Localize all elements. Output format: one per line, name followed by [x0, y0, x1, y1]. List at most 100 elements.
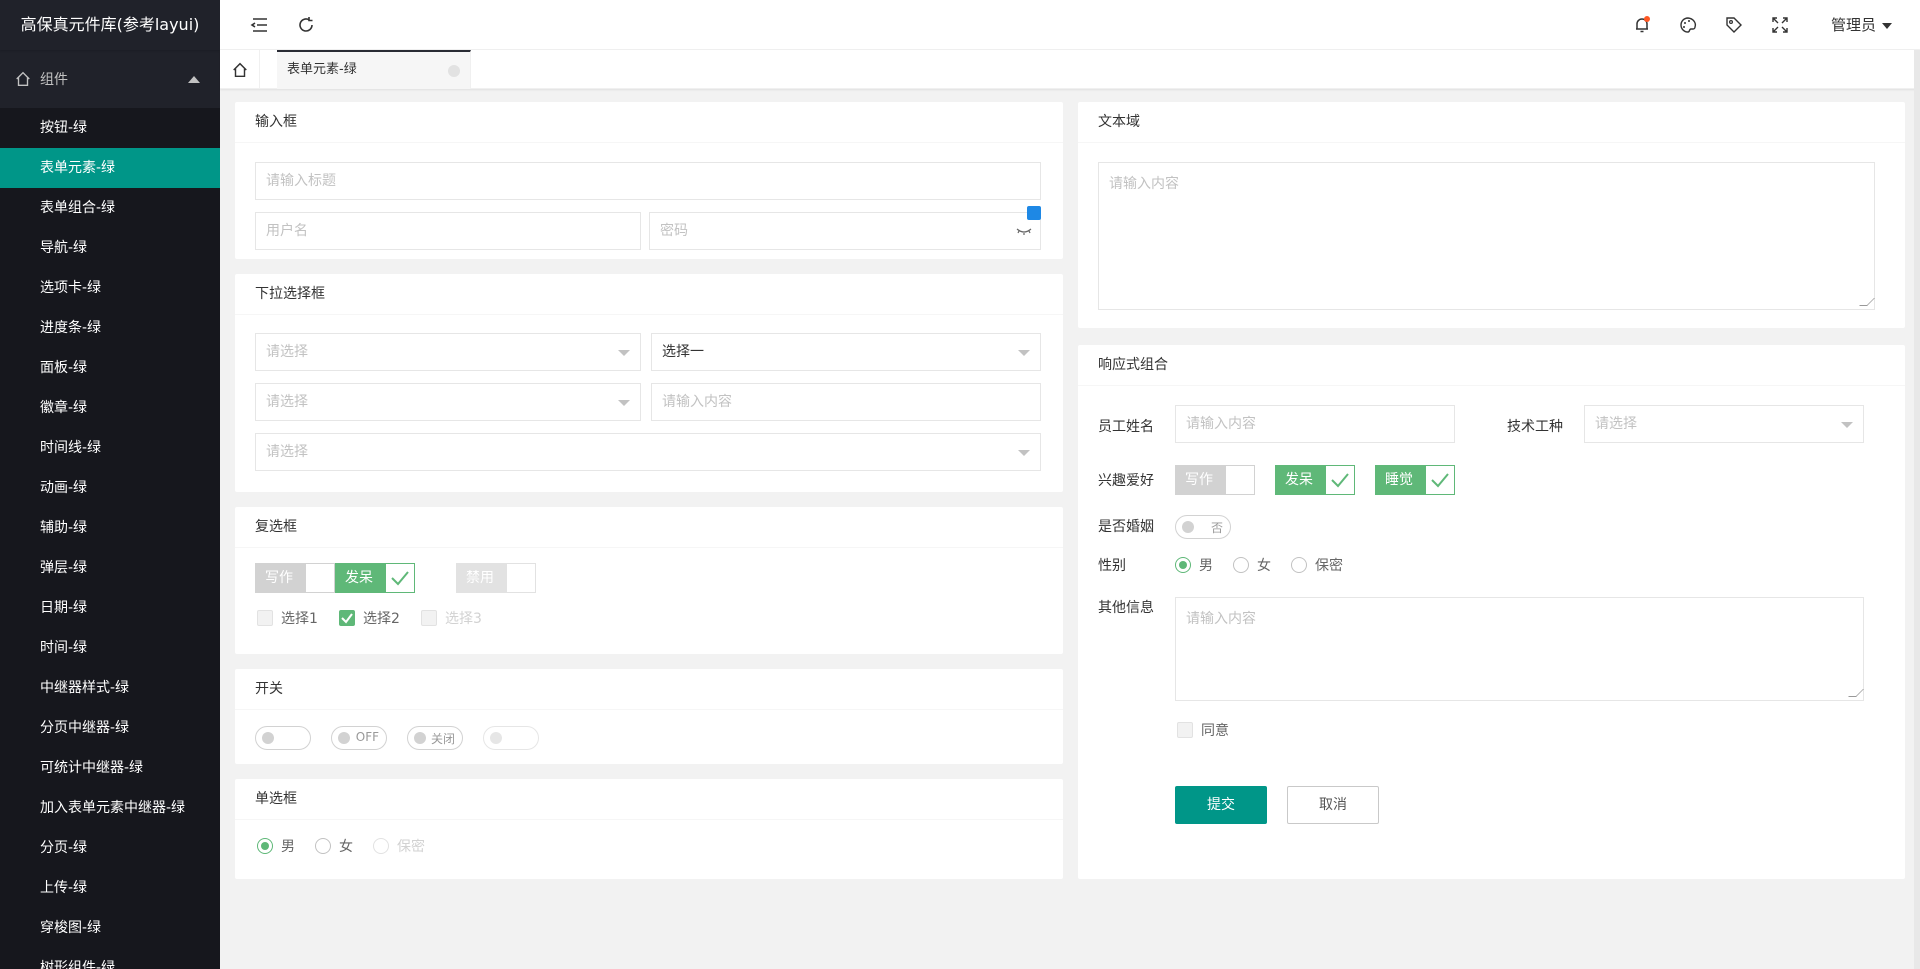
checkbox-daydream[interactable]: 发呆 [335, 563, 415, 593]
switch-1[interactable] [255, 726, 311, 750]
checkbox-option-3-label: 选择3 [445, 611, 482, 627]
resize-handle-icon[interactable] [1859, 298, 1875, 306]
sidebar-item-animation[interactable]: 动画-绿 [0, 468, 220, 508]
tab-home[interactable] [220, 50, 260, 89]
gender-female-radio[interactable] [1233, 557, 1249, 573]
refresh-icon[interactable] [296, 15, 316, 35]
hobby-sleep[interactable]: 睡觉 [1375, 465, 1455, 495]
sidebar-item-badge[interactable]: 徽章-绿 [0, 388, 220, 428]
radio-male-label: 男 [281, 839, 295, 855]
gender-male-radio[interactable] [1175, 557, 1191, 573]
sidebar-item-transfer[interactable]: 穿梭图-绿 [0, 908, 220, 948]
sidebar-item-form-repeater[interactable]: 加入表单元素中继器-绿 [0, 788, 220, 828]
sidebar-item-buttons[interactable]: 按钮-绿 [0, 108, 220, 148]
sidebar-item-paged-repeater[interactable]: 分页中继器-绿 [0, 708, 220, 748]
sidebar-item-pagination[interactable]: 分页-绿 [0, 828, 220, 868]
textarea-card: 文本域 请输入内容 [1078, 102, 1905, 328]
select-2[interactable]: 选择一 [651, 333, 1041, 371]
sidebar-item-form-groups[interactable]: 表单组合-绿 [0, 188, 220, 228]
checkbox-option-1-label: 选择1 [281, 611, 318, 627]
select-3[interactable]: 请选择 [255, 383, 641, 421]
sidebar-item-tabs[interactable]: 选项卡-绿 [0, 268, 220, 308]
sidebar: 高保真元件库(参考layui) 组件 按钮-绿 表单元素-绿 表单组合-绿 导航… [0, 0, 220, 969]
form-helper-icon[interactable] [1027, 206, 1041, 220]
sidebar-item-repeater-style[interactable]: 中继器样式-绿 [0, 668, 220, 708]
card-title: 单选框 [235, 779, 1063, 820]
checkbox-label: 发呆 [335, 563, 385, 593]
sidebar-item-tree[interactable]: 树形组件-绿 [0, 948, 220, 969]
agree-checkbox[interactable] [1177, 722, 1193, 738]
content-input[interactable]: 请输入内容 [651, 383, 1041, 421]
select-4[interactable]: 请选择 [255, 433, 1041, 471]
radio-secret-label: 保密 [397, 839, 425, 855]
checkbox-card: 复选框 写作 发呆 禁用 选择1 选择2 选择3 [235, 507, 1063, 654]
other-info-label: 其他信息 [1098, 600, 1154, 616]
skill-select[interactable]: 请选择 [1584, 405, 1864, 443]
checkbox-option-2[interactable] [339, 610, 355, 626]
sidebar-item-progress[interactable]: 进度条-绿 [0, 308, 220, 348]
title-input[interactable]: 请输入标题 [255, 162, 1041, 200]
gender-secret-radio[interactable] [1291, 557, 1307, 573]
checkbox-writing[interactable]: 写作 [255, 563, 335, 593]
sidebar-item-upload[interactable]: 上传-绿 [0, 868, 220, 908]
close-icon[interactable] [448, 65, 460, 77]
switch-close[interactable]: 关闭 [407, 726, 463, 750]
checkbox-label: 发呆 [1275, 465, 1325, 495]
checkbox-option-3 [421, 610, 437, 626]
eye-closed-icon[interactable] [1016, 225, 1032, 237]
gender-secret-label: 保密 [1315, 558, 1343, 574]
content-textarea[interactable]: 请输入内容 [1098, 162, 1875, 310]
sidebar-item-stat-repeater[interactable]: 可统计中继器-绿 [0, 748, 220, 788]
fullscreen-icon[interactable] [1770, 15, 1790, 35]
card-title: 开关 [235, 669, 1063, 710]
gender-male-label: 男 [1199, 558, 1213, 574]
tag-icon[interactable] [1724, 15, 1744, 35]
gender-female-label: 女 [1257, 558, 1271, 574]
admin-menu[interactable]: 管理员 [1831, 14, 1892, 35]
checkbox-box [506, 563, 536, 593]
check-icon [341, 613, 353, 624]
sidebar-item-date[interactable]: 日期-绿 [0, 588, 220, 628]
card-title: 文本域 [1078, 102, 1905, 143]
married-label: 是否婚姻 [1098, 519, 1154, 535]
radio-male[interactable] [257, 838, 273, 854]
checkbox-box [1425, 465, 1455, 495]
sidebar-item-timeline[interactable]: 时间线-绿 [0, 428, 220, 468]
nav-group-components[interactable]: 组件 [0, 50, 220, 108]
hobby-writing[interactable]: 写作 [1175, 465, 1255, 495]
caret-up-icon[interactable] [188, 76, 200, 83]
checkbox-label: 写作 [255, 563, 305, 593]
tab-form-elements[interactable]: 表单元素-绿 [277, 50, 471, 89]
other-info-textarea[interactable]: 请输入内容 [1175, 597, 1864, 701]
sidebar-item-form-elements[interactable]: 表单元素-绿 [0, 148, 220, 188]
select-1[interactable]: 请选择 [255, 333, 641, 371]
page-scrollbar[interactable] [1914, 50, 1920, 969]
bell-icon[interactable] [1632, 15, 1652, 35]
resize-handle-icon[interactable] [1848, 689, 1864, 697]
card-title: 响应式组合 [1078, 345, 1905, 386]
checkbox-label: 睡觉 [1375, 465, 1425, 495]
submit-button[interactable]: 提交 [1175, 786, 1267, 824]
switch-knob [262, 732, 274, 744]
sidebar-item-auxiliary[interactable]: 辅助-绿 [0, 508, 220, 548]
checkbox-option-1[interactable] [257, 610, 273, 626]
sidebar-item-panel[interactable]: 面板-绿 [0, 348, 220, 388]
username-input[interactable]: 用户名 [255, 212, 641, 250]
switch-off[interactable]: OFF [331, 726, 387, 750]
sidebar-item-nav[interactable]: 导航-绿 [0, 228, 220, 268]
menu-fold-icon[interactable] [250, 15, 270, 35]
switch-text: OFF [355, 730, 379, 744]
radio-female[interactable] [315, 838, 331, 854]
check-icon [1331, 473, 1349, 488]
theme-palette-icon[interactable] [1678, 15, 1698, 35]
sidebar-item-layer[interactable]: 弹层-绿 [0, 548, 220, 588]
hobby-daydream[interactable]: 发呆 [1275, 465, 1355, 495]
switch-text: 否 [1210, 521, 1223, 535]
password-input[interactable]: 密码 [649, 212, 1041, 250]
switch-knob [1182, 521, 1194, 533]
cancel-button[interactable]: 取消 [1287, 786, 1379, 824]
married-switch[interactable]: 否 [1175, 515, 1231, 539]
skill-placeholder: 请选择 [1595, 416, 1637, 432]
employee-name-input[interactable]: 请输入内容 [1175, 405, 1455, 443]
sidebar-item-time[interactable]: 时间-绿 [0, 628, 220, 668]
